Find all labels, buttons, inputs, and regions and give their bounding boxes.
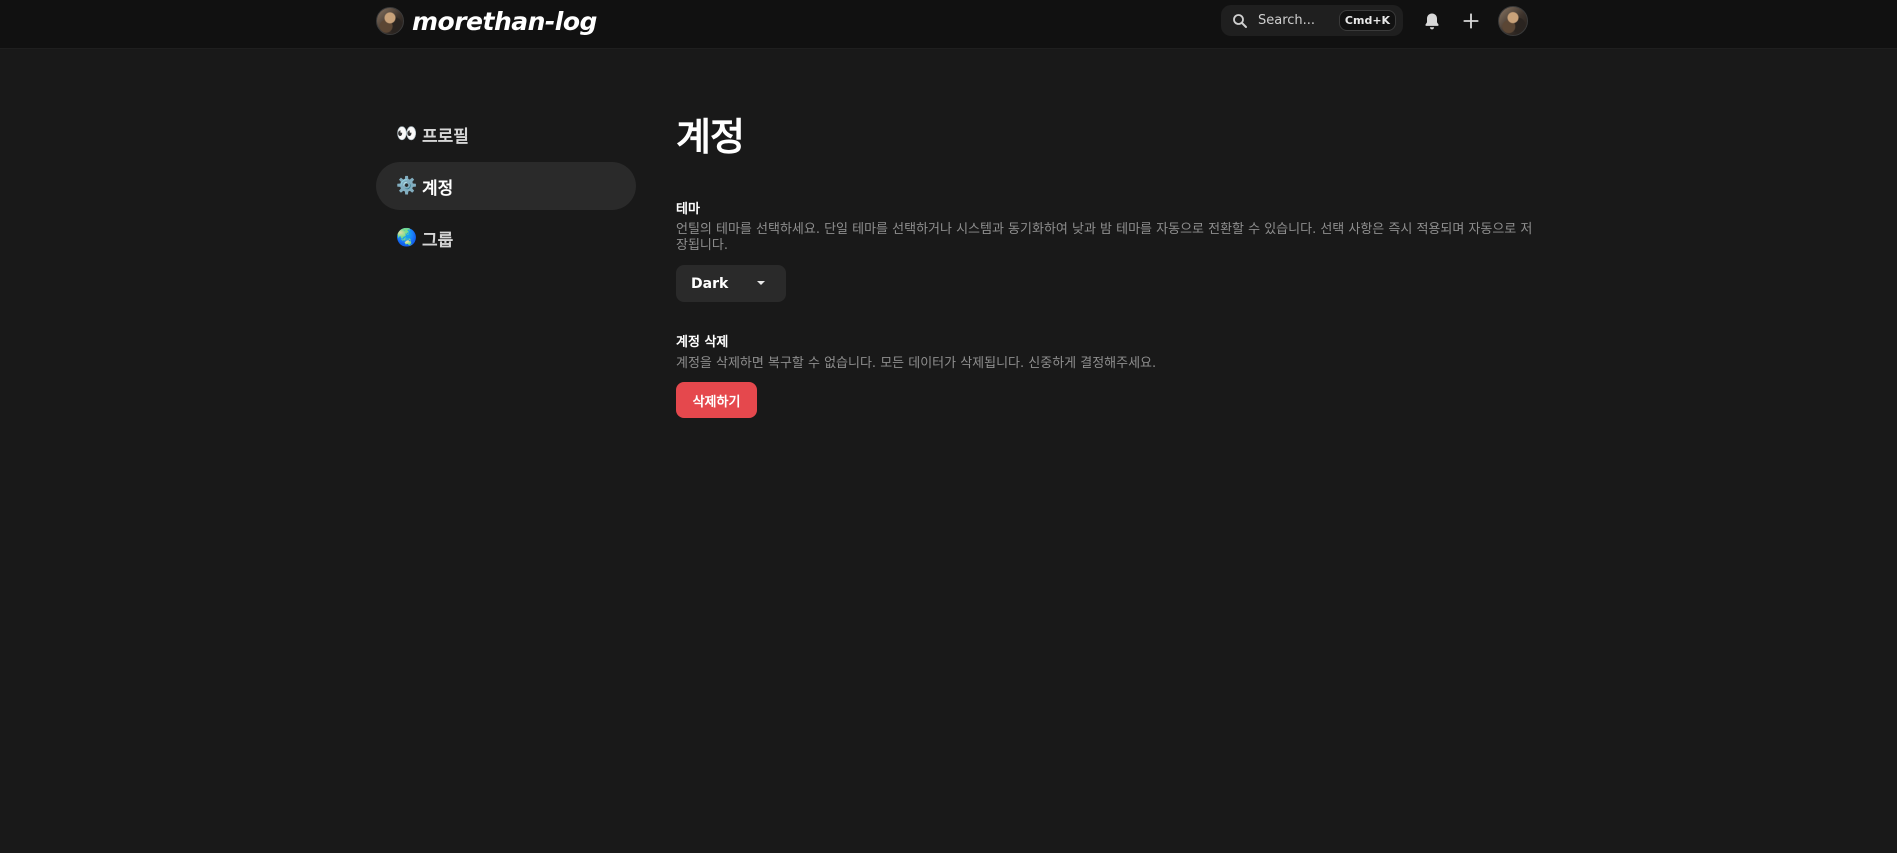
- sidebar-item-profile[interactable]: 👀 프로필: [376, 110, 636, 158]
- sidebar-item-label: 계정: [422, 178, 454, 199]
- user-avatar[interactable]: [1498, 6, 1528, 36]
- top-header: morethan-log Search... Cmd+K: [0, 0, 1897, 49]
- gear-icon: ⚙️: [396, 176, 418, 196]
- sidebar-item-group[interactable]: 🌏 그룹: [376, 214, 636, 262]
- brand-avatar: [376, 7, 404, 35]
- theme-select[interactable]: Dark: [676, 265, 786, 302]
- brand-link[interactable]: morethan-log: [376, 6, 597, 36]
- theme-section-description: 언틸의 테마를 선택하세요. 단일 테마를 선택하거나 시스템과 동기화하여 낮…: [676, 222, 1533, 253]
- search-icon: [1233, 14, 1247, 28]
- sidebar-item-label: 그룹: [422, 230, 454, 251]
- search-box[interactable]: Search... Cmd+K: [1221, 5, 1403, 36]
- bell-icon[interactable]: [1422, 11, 1442, 31]
- search-shortcut-badge: Cmd+K: [1339, 10, 1396, 31]
- eyes-icon: 👀: [396, 124, 418, 144]
- plus-icon[interactable]: [1461, 11, 1481, 31]
- settings-main: 계정 테마 언틸의 테마를 선택하세요. 단일 테마를 선택하거나 시스템과 동…: [676, 106, 1536, 418]
- settings-sidebar: 👀 프로필 ⚙️ 계정 🌏 그룹: [376, 110, 636, 266]
- theme-select-value: Dark: [691, 275, 729, 292]
- search-input[interactable]: Search...: [1258, 13, 1315, 28]
- delete-account-description: 계정을 삭제하면 복구할 수 없습니다. 모든 데이터가 삭제됩니다. 신중하게…: [676, 356, 1157, 371]
- sidebar-item-label: 프로필: [422, 126, 469, 147]
- delete-account-button[interactable]: 삭제하기: [676, 382, 757, 418]
- sidebar-item-account[interactable]: ⚙️ 계정: [376, 162, 636, 210]
- brand-title: morethan-log: [412, 6, 597, 36]
- delete-account-title: 계정 삭제: [676, 335, 729, 350]
- theme-section-title: 테마: [676, 202, 700, 217]
- chevron-down-icon: [757, 281, 765, 285]
- page-title: 계정: [676, 115, 745, 159]
- globe-icon: 🌏: [396, 228, 418, 248]
